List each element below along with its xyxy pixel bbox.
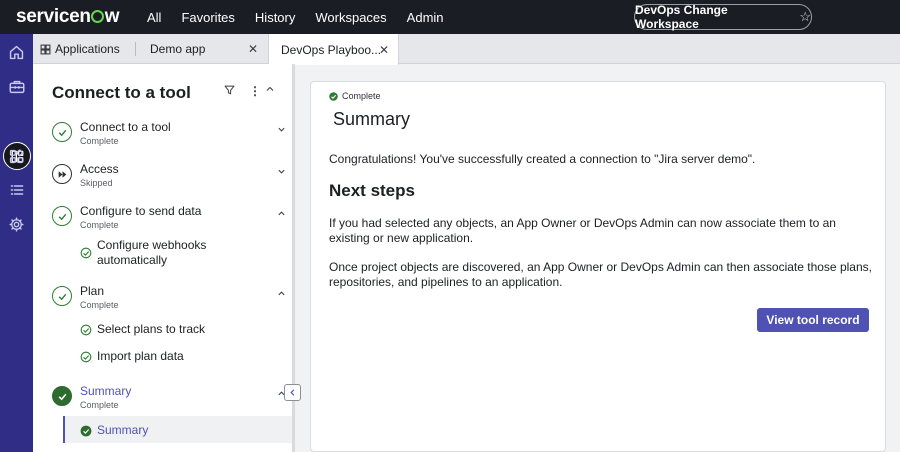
step-label: Connect to a tool [80, 120, 171, 134]
nav-history[interactable]: History [255, 10, 295, 25]
list-icon[interactable] [6, 179, 27, 200]
star-icon[interactable]: ☆ [799, 9, 811, 25]
panel-title: Connect to a tool [52, 83, 191, 102]
step-label: Summary [80, 384, 132, 398]
nav-favorites[interactable]: Favorites [181, 10, 234, 25]
step-status: Complete [80, 136, 119, 146]
check-circle-filled-icon [80, 425, 92, 437]
check-circle-icon [80, 351, 92, 363]
applications-icon [40, 44, 51, 54]
playbook-steps-panel: Connect to a tool ⋮ Connect to a tool Co… [33, 64, 292, 452]
filter-icon[interactable] [224, 84, 235, 99]
nav-all[interactable]: All [147, 10, 161, 25]
top-navigation-bar: servicen w All Favorites History Workspac… [0, 0, 900, 34]
skip-forward-icon [52, 164, 72, 184]
check-circle-filled-icon [52, 386, 72, 406]
toolbox-icon[interactable] [6, 76, 27, 97]
close-icon[interactable]: ✕ [379, 43, 389, 57]
nav-admin[interactable]: Admin [407, 10, 444, 25]
chevron-up-icon[interactable] [277, 209, 286, 220]
check-circle-filled-icon [329, 91, 338, 101]
step-status: Skipped [80, 178, 113, 188]
substep-label: Summary [97, 423, 149, 437]
step-status: Complete [80, 400, 119, 410]
check-circle-icon [52, 206, 72, 226]
check-circle-icon [80, 324, 92, 336]
check-circle-icon [52, 286, 72, 306]
servicenow-logo[interactable]: servicen w [16, 6, 140, 28]
next-steps-paragraph-2: Once project objects are discovered, an … [329, 260, 872, 289]
tab-bar: Applications Demo app ✕ DevOps Playboo..… [33, 34, 900, 65]
main-nav: All Favorites History Workspaces Admin [147, 10, 464, 25]
status-badge: Complete [329, 91, 381, 101]
step-label: Configure to send data [80, 204, 202, 218]
check-circle-icon [80, 247, 92, 259]
summary-card: Complete Summary Congratulations! You've… [310, 81, 886, 452]
substep-label: Import plan data [97, 349, 184, 363]
workspace-selector[interactable]: DevOps Change Workspace ☆ [634, 3, 812, 31]
more-options-icon[interactable]: ⋮ [249, 84, 261, 98]
apps-grid-icon[interactable] [6, 146, 27, 167]
nav-workspaces[interactable]: Workspaces [315, 10, 386, 25]
chevron-up-icon[interactable] [265, 84, 275, 97]
next-steps-paragraph-1: If you had selected any objects, an App … [329, 216, 836, 245]
collapse-panel-button[interactable] [284, 384, 301, 401]
tab-label: DevOps Playboo... [281, 42, 382, 57]
substep-label: Select plans to track [97, 322, 206, 336]
tab-demo-app[interactable]: Demo app ✕ [136, 34, 267, 64]
page-title: Summary [333, 109, 411, 129]
close-icon[interactable]: ✕ [248, 42, 258, 56]
check-circle-icon [52, 122, 72, 142]
chevron-down-icon[interactable] [277, 125, 286, 136]
step-status: Complete [80, 220, 119, 230]
next-steps-heading: Next steps [329, 181, 415, 200]
tab-devops-playbook[interactable]: DevOps Playboo... ✕ [268, 34, 399, 65]
chevron-down-icon[interactable] [277, 167, 286, 178]
step-label: Plan [80, 284, 105, 298]
tab-label: Demo app [150, 42, 206, 56]
home-icon[interactable] [6, 42, 27, 63]
tab-label: Applications [55, 42, 120, 56]
step-label: Access [80, 162, 119, 176]
congratulations-message: Congratulations! You've successfully cre… [329, 152, 756, 166]
workspace-name: DevOps Change Workspace [635, 3, 728, 31]
substep-label: Configure webhooks automatically [97, 238, 207, 267]
step-status: Complete [80, 300, 119, 310]
settings-gear-icon[interactable] [6, 214, 27, 235]
left-rail [0, 34, 33, 452]
tab-applications[interactable]: Applications [33, 34, 135, 64]
status-text: Complete [342, 91, 381, 101]
chevron-up-icon[interactable] [277, 289, 286, 300]
chevron-left-icon [290, 389, 295, 396]
view-tool-record-button[interactable]: View tool record [757, 308, 869, 332]
